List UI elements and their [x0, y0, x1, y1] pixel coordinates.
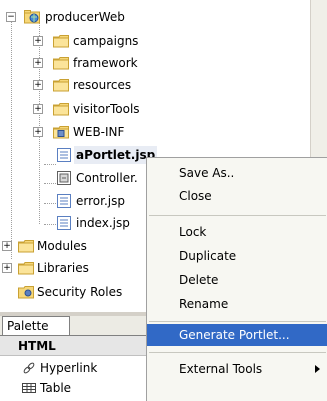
tree-item-label: campaigns [73, 34, 139, 48]
tree-item-label: Libraries [37, 261, 89, 275]
tree-item-visitortools[interactable]: + visitorTools [0, 100, 200, 118]
folder-icon [53, 35, 69, 48]
folder-icon [53, 103, 69, 116]
menu-item-label: Close [179, 189, 212, 203]
tree-item-label: framework [73, 56, 138, 70]
expand-toggle[interactable]: + [33, 127, 43, 137]
menu-item-label: Lock [179, 225, 207, 239]
tree-item-label: index.jsp [76, 216, 130, 230]
expand-toggle[interactable]: + [33, 58, 43, 68]
folder-icon [18, 240, 34, 253]
tree-item-framework[interactable]: + framework [0, 54, 200, 72]
expand-toggle[interactable]: + [33, 80, 43, 90]
menu-item-label: Save As.. [179, 166, 235, 180]
palette-item-label: Table [40, 381, 72, 395]
menu-item-close[interactable]: Close [147, 185, 327, 207]
menu-item-label: Generate Portlet... [179, 328, 290, 342]
tree-item-label: visitorTools [73, 102, 140, 116]
tree-item-label: error.jsp [76, 194, 125, 208]
folder-icon [53, 79, 69, 92]
menu-item-label: Duplicate [179, 249, 237, 263]
tree-item-web-inf[interactable]: + WEB-INF [0, 123, 200, 141]
palette-item-table[interactable]: Table [0, 378, 150, 398]
tree-item-label: Modules [37, 239, 87, 253]
tree-item-label: Security Roles [37, 285, 123, 299]
jsp-file-icon [57, 194, 71, 208]
menu-item-label: Rename [179, 297, 229, 311]
expand-toggle[interactable]: + [2, 241, 12, 251]
palette-item-label: Hyperlink [40, 361, 98, 375]
tree-connector [44, 164, 56, 165]
menu-item-label: External Tools [179, 362, 263, 376]
menu-item-generate-portlet[interactable]: Generate Portlet... [147, 324, 327, 346]
context-menu: Save As.. Close Lock Duplicate Delete Re… [146, 157, 327, 401]
table-icon [22, 383, 36, 393]
menu-item-delete[interactable]: Delete [147, 269, 327, 291]
palette-item-hyperlink[interactable]: Hyperlink [0, 358, 150, 378]
menu-item-rename[interactable]: Rename [147, 293, 327, 315]
jsp-file-icon [57, 148, 71, 162]
expand-toggle[interactable]: + [2, 263, 12, 273]
tree-item-label: WEB-INF [73, 125, 125, 139]
tree-item-producerweb[interactable]: − producerWeb [0, 8, 200, 26]
menu-item-external-tools[interactable]: External Tools [147, 358, 327, 380]
expand-toggle[interactable]: + [33, 104, 43, 114]
jsp-file-icon [57, 216, 71, 230]
menu-item-save-as[interactable]: Save As.. [147, 162, 327, 184]
submenu-arrow-icon [315, 365, 320, 373]
tree-item-label: resources [73, 78, 132, 92]
web-inf-folder-icon [53, 126, 69, 139]
tree-item-resources[interactable]: + resources [0, 76, 200, 94]
menu-separator [149, 215, 326, 216]
menu-item-duplicate[interactable]: Duplicate [147, 245, 327, 267]
menu-separator [149, 321, 326, 322]
palette-section-html[interactable]: HTML [0, 336, 148, 356]
folder-icon [53, 57, 69, 70]
security-roles-icon [18, 286, 34, 299]
web-project-icon [24, 10, 40, 24]
tree-item-label: Controller. [76, 171, 138, 185]
menu-separator [149, 352, 326, 353]
menu-item-label: Delete [179, 273, 219, 287]
tree-item-label: aPortlet.jsp [74, 146, 158, 164]
folder-icon [18, 262, 34, 275]
expand-toggle[interactable]: + [33, 36, 43, 46]
hyperlink-icon [23, 362, 35, 374]
tab-palette[interactable]: Palette [2, 316, 70, 335]
tree-item-label: producerWeb [45, 10, 125, 24]
controller-file-icon [57, 171, 71, 185]
menu-item-lock[interactable]: Lock [147, 221, 327, 243]
tree-item-campaigns[interactable]: + campaigns [0, 32, 200, 50]
collapse-toggle[interactable]: − [6, 12, 16, 22]
